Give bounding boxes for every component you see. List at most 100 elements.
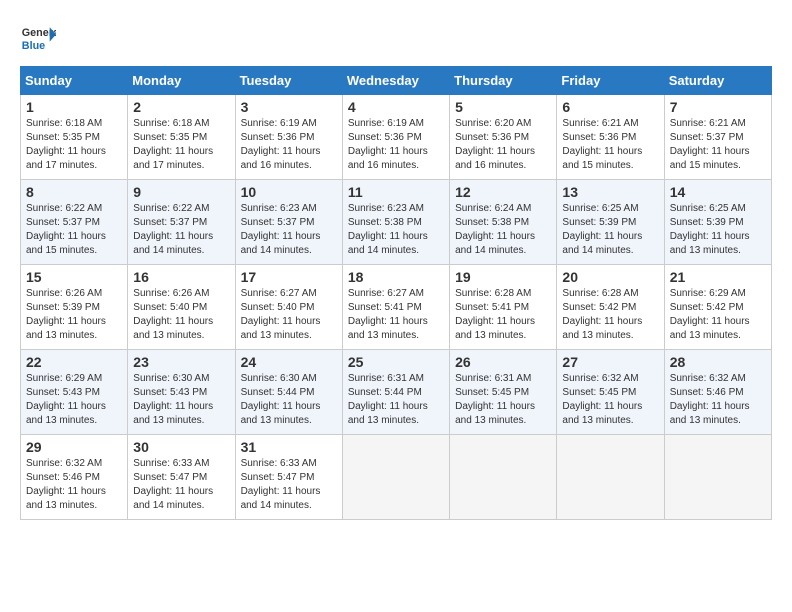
day-number: 1 <box>26 99 122 115</box>
day-info: Sunrise: 6:31 AMSunset: 5:44 PMDaylight:… <box>348 373 428 426</box>
day-number: 24 <box>241 354 337 370</box>
empty-cell <box>342 435 449 520</box>
day-number: 17 <box>241 269 337 285</box>
day-info: Sunrise: 6:29 AMSunset: 5:42 PMDaylight:… <box>670 288 750 341</box>
day-number: 10 <box>241 184 337 200</box>
day-cell-14: 14 Sunrise: 6:25 AMSunset: 5:39 PMDayligh… <box>664 180 771 265</box>
empty-cell <box>664 435 771 520</box>
day-info: Sunrise: 6:20 AMSunset: 5:36 PMDaylight:… <box>455 118 535 171</box>
day-info: Sunrise: 6:28 AMSunset: 5:42 PMDaylight:… <box>562 288 642 341</box>
day-cell-23: 23 Sunrise: 6:30 AMSunset: 5:43 PMDayligh… <box>128 350 235 435</box>
day-cell-16: 16Sunrise: 6:26 AMSunset: 5:40 PMDayligh… <box>128 265 235 350</box>
day-info: Sunrise: 6:24 AMSunset: 5:38 PMDaylight:… <box>455 203 535 256</box>
day-number: 30 <box>133 439 229 455</box>
weekday-header-thursday: Thursday <box>450 67 557 95</box>
day-number: 7 <box>670 99 766 115</box>
day-number: 9 <box>133 184 229 200</box>
day-info: Sunrise: 6:33 AMSunset: 5:47 PMDaylight:… <box>241 458 321 511</box>
day-cell-2: 2 Sunrise: 6:18 AMSunset: 5:35 PMDaylight… <box>128 95 235 180</box>
day-cell-27: 27 Sunrise: 6:32 AMSunset: 5:45 PMDayligh… <box>557 350 664 435</box>
day-info: Sunrise: 6:32 AMSunset: 5:46 PMDaylight:… <box>670 373 750 426</box>
weekday-header-friday: Friday <box>557 67 664 95</box>
day-info: Sunrise: 6:27 AMSunset: 5:40 PMDaylight:… <box>241 288 321 341</box>
day-cell-17: 17 Sunrise: 6:27 AMSunset: 5:40 PMDayligh… <box>235 265 342 350</box>
day-number: 28 <box>670 354 766 370</box>
day-number: 15 <box>26 269 122 285</box>
day-cell-24: 24 Sunrise: 6:30 AMSunset: 5:44 PMDayligh… <box>235 350 342 435</box>
day-cell-8: 8 Sunrise: 6:22 AMSunset: 5:37 PMDaylight… <box>21 180 128 265</box>
weekday-header-monday: Monday <box>128 67 235 95</box>
day-number: 22 <box>26 354 122 370</box>
day-number: 8 <box>26 184 122 200</box>
day-info: Sunrise: 6:19 AMSunset: 5:36 PMDaylight:… <box>348 118 428 171</box>
day-number: 2 <box>133 99 229 115</box>
calendar-row-1: 1 Sunrise: 6:18 AMSunset: 5:35 PMDaylight… <box>21 95 772 180</box>
day-cell-10: 10 Sunrise: 6:23 AMSunset: 5:37 PMDayligh… <box>235 180 342 265</box>
day-number: 21 <box>670 269 766 285</box>
day-info: Sunrise: 6:22 AMSunset: 5:37 PMDaylight:… <box>26 203 106 256</box>
day-cell-12: 12 Sunrise: 6:24 AMSunset: 5:38 PMDayligh… <box>450 180 557 265</box>
day-cell-3: 3Sunrise: 6:19 AMSunset: 5:36 PMDaylight… <box>235 95 342 180</box>
day-info: Sunrise: 6:23 AMSunset: 5:37 PMDaylight:… <box>241 203 321 256</box>
calendar-row-4: 22 Sunrise: 6:29 AMSunset: 5:43 PMDayligh… <box>21 350 772 435</box>
day-info: Sunrise: 6:30 AMSunset: 5:44 PMDaylight:… <box>241 373 321 426</box>
day-info: Sunrise: 6:29 AMSunset: 5:43 PMDaylight:… <box>26 373 106 426</box>
calendar-row-2: 8 Sunrise: 6:22 AMSunset: 5:37 PMDaylight… <box>21 180 772 265</box>
day-info: Sunrise: 6:25 AMSunset: 5:39 PMDaylight:… <box>670 203 750 256</box>
svg-text:Blue: Blue <box>22 40 45 52</box>
day-cell-25: 25 Sunrise: 6:31 AMSunset: 5:44 PMDayligh… <box>342 350 449 435</box>
logo: General Blue <box>20 20 56 56</box>
day-number: 27 <box>562 354 658 370</box>
day-info: Sunrise: 6:22 AMSunset: 5:37 PMDaylight:… <box>133 203 213 256</box>
day-number: 20 <box>562 269 658 285</box>
day-number: 25 <box>348 354 444 370</box>
day-cell-9: 9 Sunrise: 6:22 AMSunset: 5:37 PMDaylight… <box>128 180 235 265</box>
weekday-header-wednesday: Wednesday <box>342 67 449 95</box>
day-info: Sunrise: 6:25 AMSunset: 5:39 PMDaylight:… <box>562 203 642 256</box>
day-info: Sunrise: 6:18 AMSunset: 5:35 PMDaylight:… <box>133 118 213 171</box>
header: General Blue <box>20 20 772 56</box>
day-number: 31 <box>241 439 337 455</box>
weekday-header-row: SundayMondayTuesdayWednesdayThursdayFrid… <box>21 67 772 95</box>
day-cell-11: 11 Sunrise: 6:23 AMSunset: 5:38 PMDayligh… <box>342 180 449 265</box>
day-cell-22: 22 Sunrise: 6:29 AMSunset: 5:43 PMDayligh… <box>21 350 128 435</box>
weekday-header-tuesday: Tuesday <box>235 67 342 95</box>
day-info: Sunrise: 6:33 AMSunset: 5:47 PMDaylight:… <box>133 458 213 511</box>
day-number: 5 <box>455 99 551 115</box>
day-info: Sunrise: 6:27 AMSunset: 5:41 PMDaylight:… <box>348 288 428 341</box>
day-info: Sunrise: 6:21 AMSunset: 5:37 PMDaylight:… <box>670 118 750 171</box>
day-number: 14 <box>670 184 766 200</box>
day-cell-19: 19 Sunrise: 6:28 AMSunset: 5:41 PMDayligh… <box>450 265 557 350</box>
calendar-table: SundayMondayTuesdayWednesdayThursdayFrid… <box>20 66 772 520</box>
day-number: 29 <box>26 439 122 455</box>
calendar-row-3: 15Sunrise: 6:26 AMSunset: 5:39 PMDayligh… <box>21 265 772 350</box>
day-number: 11 <box>348 184 444 200</box>
day-info: Sunrise: 6:32 AMSunset: 5:45 PMDaylight:… <box>562 373 642 426</box>
day-cell-18: 18 Sunrise: 6:27 AMSunset: 5:41 PMDayligh… <box>342 265 449 350</box>
calendar-row-5: 29Sunrise: 6:32 AMSunset: 5:46 PMDayligh… <box>21 435 772 520</box>
day-cell-13: 13Sunrise: 6:25 AMSunset: 5:39 PMDayligh… <box>557 180 664 265</box>
day-cell-28: 28 Sunrise: 6:32 AMSunset: 5:46 PMDayligh… <box>664 350 771 435</box>
day-number: 23 <box>133 354 229 370</box>
day-number: 6 <box>562 99 658 115</box>
day-info: Sunrise: 6:23 AMSunset: 5:38 PMDaylight:… <box>348 203 428 256</box>
day-cell-15: 15Sunrise: 6:26 AMSunset: 5:39 PMDayligh… <box>21 265 128 350</box>
day-number: 18 <box>348 269 444 285</box>
day-cell-1: 1 Sunrise: 6:18 AMSunset: 5:35 PMDaylight… <box>21 95 128 180</box>
day-info: Sunrise: 6:18 AMSunset: 5:35 PMDaylight:… <box>26 118 106 171</box>
day-info: Sunrise: 6:21 AMSunset: 5:36 PMDaylight:… <box>562 118 642 171</box>
day-cell-26: 26 Sunrise: 6:31 AMSunset: 5:45 PMDayligh… <box>450 350 557 435</box>
day-cell-30: 30 Sunrise: 6:33 AMSunset: 5:47 PMDayligh… <box>128 435 235 520</box>
day-number: 19 <box>455 269 551 285</box>
day-number: 26 <box>455 354 551 370</box>
day-cell-21: 21 Sunrise: 6:29 AMSunset: 5:42 PMDayligh… <box>664 265 771 350</box>
day-info: Sunrise: 6:31 AMSunset: 5:45 PMDaylight:… <box>455 373 535 426</box>
empty-cell <box>557 435 664 520</box>
day-number: 12 <box>455 184 551 200</box>
weekday-header-sunday: Sunday <box>21 67 128 95</box>
day-cell-7: 7 Sunrise: 6:21 AMSunset: 5:37 PMDaylight… <box>664 95 771 180</box>
day-info: Sunrise: 6:30 AMSunset: 5:43 PMDaylight:… <box>133 373 213 426</box>
day-info: Sunrise: 6:19 AMSunset: 5:36 PMDaylight:… <box>241 118 321 171</box>
day-info: Sunrise: 6:28 AMSunset: 5:41 PMDaylight:… <box>455 288 535 341</box>
logo-icon: General Blue <box>20 20 56 56</box>
